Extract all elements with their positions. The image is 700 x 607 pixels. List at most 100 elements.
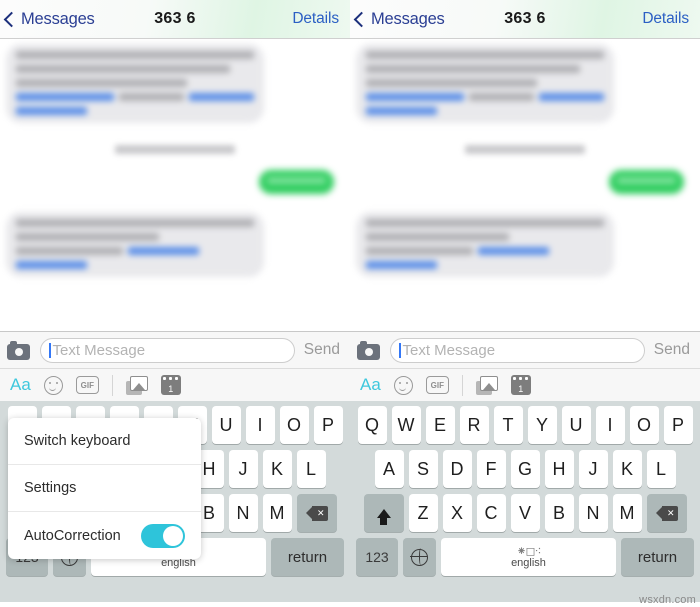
key-z[interactable]: Z (408, 494, 438, 532)
key-e[interactable]: E (425, 406, 455, 444)
blurred-text-row (366, 93, 604, 107)
key-h[interactable]: H (544, 450, 574, 488)
key-q[interactable]: Q (357, 406, 387, 444)
blurred-link-line (366, 93, 464, 101)
calendar-icon[interactable]: 1 (510, 375, 531, 395)
details-button[interactable]: Details (292, 10, 339, 28)
message-text-field[interactable]: Text Message (40, 337, 295, 363)
key-s[interactable]: S (408, 450, 438, 488)
key-d[interactable]: D (442, 450, 472, 488)
key-g[interactable]: G (510, 450, 540, 488)
back-to-messages-button[interactable]: Messages (353, 10, 445, 29)
text-format-icon[interactable]: Aa (10, 375, 31, 395)
photos-icon[interactable] (125, 375, 148, 395)
blurred-text-line (16, 65, 231, 73)
popup-item-switch-keyboard[interactable]: Switch keyboard (8, 418, 201, 465)
key-n[interactable]: N (228, 494, 258, 532)
blurred-text-line (366, 65, 581, 73)
key-n[interactable]: N (578, 494, 608, 532)
key-k[interactable]: K (612, 450, 642, 488)
key-m[interactable]: M (612, 494, 642, 532)
key-v[interactable]: V (510, 494, 540, 532)
key-y[interactable]: Y (527, 406, 557, 444)
popup-item-label: AutoCorrection (24, 527, 121, 544)
popup-item-settings[interactable]: Settings (8, 465, 201, 512)
smiley-icon[interactable] (393, 375, 413, 395)
numbers-key[interactable]: 123 (356, 538, 398, 576)
incoming-message-bubble[interactable] (6, 44, 264, 123)
backspace-icon[interactable]: ✕ (646, 494, 687, 532)
key-l[interactable]: L (646, 450, 676, 488)
outgoing-message-bubble[interactable] (609, 170, 684, 194)
message-text-field[interactable]: Text Message (390, 337, 645, 363)
keyboard-row-2: A S D F G H J K L (350, 450, 700, 488)
gif-icon[interactable]: GIF (75, 376, 99, 394)
camera-icon[interactable] (7, 340, 30, 360)
key-k[interactable]: K (262, 450, 292, 488)
key-j[interactable]: J (228, 450, 258, 488)
details-button[interactable]: Details (642, 10, 689, 28)
text-cursor (399, 342, 401, 358)
key-c[interactable]: C (476, 494, 506, 532)
incoming-message-bubble[interactable] (6, 212, 264, 277)
blurred-text-line (16, 79, 188, 87)
calendar-day-label: 1 (518, 384, 524, 394)
blurred-link-line (16, 261, 88, 269)
return-key[interactable]: return (271, 538, 344, 576)
blurred-text-line (366, 233, 509, 241)
send-button[interactable]: Send (654, 341, 690, 359)
blurred-link-line (16, 107, 88, 115)
outgoing-message-row (356, 170, 694, 194)
return-key[interactable]: return (621, 538, 694, 576)
space-key[interactable]: ⁕◻⁖ english (441, 538, 616, 576)
key-x[interactable]: X (442, 494, 472, 532)
key-t[interactable]: T (493, 406, 523, 444)
blurred-text-line (366, 51, 604, 59)
key-u[interactable]: U (561, 406, 591, 444)
blurred-text-line (267, 177, 326, 184)
blurred-text-line (366, 219, 604, 227)
key-u[interactable]: U (211, 406, 241, 444)
space-key-label: english (511, 556, 546, 569)
key-o[interactable]: O (279, 406, 309, 444)
key-l[interactable]: L (296, 450, 326, 488)
backspace-icon[interactable]: ✕ (296, 494, 337, 532)
chevron-left-icon (353, 11, 370, 27)
space-glyph-icon: ⁕◻⁖ (516, 543, 541, 558)
text-cursor (49, 342, 51, 358)
key-w[interactable]: W (391, 406, 421, 444)
key-p[interactable]: P (663, 406, 693, 444)
key-o[interactable]: O (629, 406, 659, 444)
back-to-messages-button[interactable]: Messages (3, 10, 95, 29)
calendar-icon[interactable]: 1 (160, 375, 181, 395)
shift-icon[interactable] (363, 494, 404, 532)
blurred-link-line (366, 261, 438, 269)
gif-icon[interactable]: GIF (425, 376, 449, 394)
left-phone-panel: Messages 363 6 Details Text Message Send… (0, 0, 350, 607)
text-format-icon[interactable]: Aa (360, 375, 381, 395)
incoming-message-bubble[interactable] (356, 212, 614, 277)
key-m[interactable]: M (262, 494, 292, 532)
popup-item-autocorrection[interactable]: AutoCorrection (8, 512, 201, 559)
key-a[interactable]: A (374, 450, 404, 488)
blurred-text-line (366, 79, 538, 87)
send-button[interactable]: Send (304, 341, 340, 359)
key-p[interactable]: P (313, 406, 343, 444)
key-f[interactable]: F (476, 450, 506, 488)
key-b[interactable]: B (544, 494, 574, 532)
dual-panel-screenshot: Messages 363 6 Details Text Message Send… (0, 0, 700, 607)
conversation-area (350, 44, 700, 331)
autocorrection-toggle[interactable] (141, 523, 185, 548)
blurred-link-line (538, 93, 604, 101)
camera-icon[interactable] (357, 340, 380, 360)
outgoing-message-bubble[interactable] (259, 170, 334, 194)
photos-icon[interactable] (475, 375, 498, 395)
key-i[interactable]: I (595, 406, 625, 444)
globe-icon[interactable] (403, 538, 436, 576)
key-r[interactable]: R (459, 406, 489, 444)
key-i[interactable]: I (245, 406, 275, 444)
smiley-icon[interactable] (43, 375, 63, 395)
blurred-text-line (118, 93, 184, 101)
key-j[interactable]: J (578, 450, 608, 488)
incoming-message-bubble[interactable] (356, 44, 614, 123)
